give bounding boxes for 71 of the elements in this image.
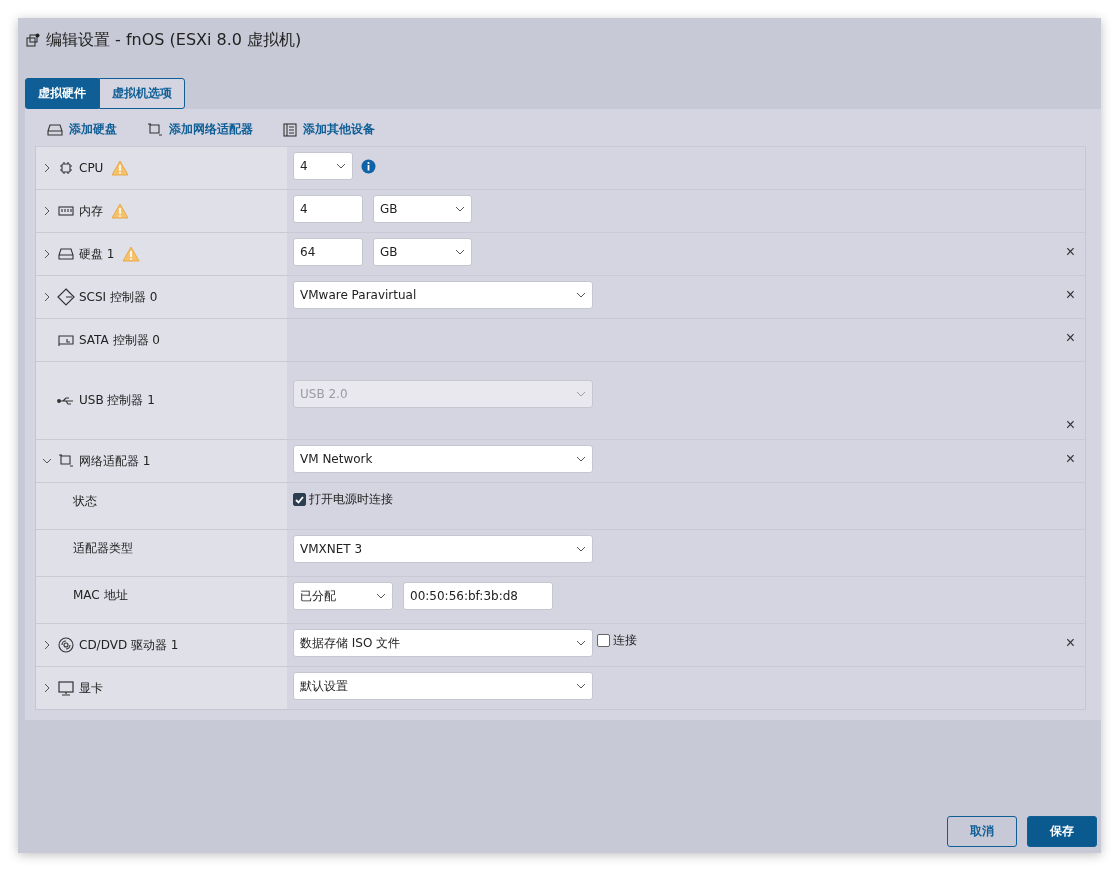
device-label: 内存: [79, 202, 103, 220]
caret-icon: [455, 206, 465, 212]
monitor-icon: [58, 680, 74, 696]
cancel-button[interactable]: 取消: [947, 816, 1017, 847]
toolbar-button[interactable]: 添加网络适配器: [147, 121, 253, 138]
chip-icon: [59, 161, 73, 175]
device-label: 硬盘 1: [79, 245, 115, 263]
dropdown[interactable]: GB: [373, 238, 472, 266]
caret-icon: [336, 163, 346, 169]
remove-button[interactable]: ×: [1061, 634, 1079, 652]
checkbox[interactable]: [597, 634, 610, 647]
expand-chevron-icon[interactable]: [44, 292, 50, 302]
network-adapter-icon: [147, 122, 163, 137]
memory-module-icon: [58, 205, 74, 217]
expand-chevron-icon[interactable]: [44, 206, 50, 216]
device-label: 状态: [73, 493, 97, 510]
input-field[interactable]: 64: [293, 238, 363, 266]
checkbox-label[interactable]: 打开电源时连接: [309, 491, 393, 508]
remove-button[interactable]: ×: [1061, 416, 1079, 434]
dropdown[interactable]: GB: [373, 195, 472, 223]
disc-icon: [58, 637, 74, 653]
tab[interactable]: 虚拟硬件: [25, 78, 99, 109]
expand-chevron-icon[interactable]: [44, 249, 50, 259]
toolbar-button[interactable]: 添加其他设备: [283, 121, 375, 138]
window-title: 编辑设置 - fnOS (ESXi 8.0 虚拟机): [46, 29, 302, 51]
remove-button[interactable]: ×: [1061, 243, 1079, 261]
device-list-icon: [283, 122, 297, 137]
device-label: MAC 地址: [73, 587, 128, 604]
diamond-connector-icon: [57, 288, 75, 306]
info-icon[interactable]: [361, 158, 376, 174]
expand-chevron-icon[interactable]: [44, 683, 50, 693]
caret-icon: [455, 249, 465, 255]
remove-button[interactable]: ×: [1061, 329, 1079, 347]
caret-icon: [576, 640, 586, 646]
expand-chevron-icon[interactable]: [44, 640, 50, 650]
caret-icon: [576, 456, 586, 462]
device-label: SCSI 控制器 0: [79, 288, 158, 306]
checkbox[interactable]: [293, 493, 306, 506]
input-field[interactable]: 00:50:56:bf:3b:d8: [403, 582, 553, 610]
caret-icon: [576, 391, 586, 397]
device-label: SATA 控制器 0: [79, 331, 160, 349]
usb-icon: [57, 395, 75, 406]
device-label: 适配器类型: [73, 540, 133, 557]
device-label: CD/DVD 驱动器 1: [79, 636, 179, 654]
dropdown[interactable]: VMware Paravirtual: [293, 281, 593, 309]
checkbox-label[interactable]: 连接: [613, 632, 637, 649]
caret-icon: [376, 593, 386, 599]
vm-settings-icon: [26, 33, 40, 47]
expand-chevron-icon[interactable]: [44, 163, 50, 173]
caret-icon: [576, 683, 586, 689]
save-button[interactable]: 保存: [1027, 816, 1097, 847]
device-label: USB 控制器 1: [79, 392, 155, 409]
remove-button[interactable]: ×: [1061, 450, 1079, 468]
device-label: CPU: [79, 161, 104, 175]
dropdown[interactable]: VM Network: [293, 445, 593, 473]
dropdown[interactable]: 已分配: [293, 582, 393, 610]
device-label: 网络适配器 1: [79, 452, 151, 470]
toolbar-button[interactable]: 添加硬盘: [47, 121, 117, 138]
device-label: 显卡: [79, 679, 103, 697]
port-icon: [58, 334, 74, 346]
remove-button[interactable]: ×: [1061, 286, 1079, 304]
tab[interactable]: 虚拟机选项: [99, 78, 185, 109]
network-adapter-icon: [58, 454, 74, 468]
input-field[interactable]: 4: [293, 195, 363, 223]
caret-icon: [576, 292, 586, 298]
dropdown[interactable]: VMXNET 3: [293, 535, 593, 563]
caret-icon: [576, 546, 586, 552]
dropdown[interactable]: 4: [293, 152, 353, 180]
dropdown[interactable]: 数据存储 ISO 文件: [293, 629, 593, 657]
collapse-chevron-icon[interactable]: [42, 458, 52, 464]
dropdown[interactable]: 默认设置: [293, 672, 593, 700]
